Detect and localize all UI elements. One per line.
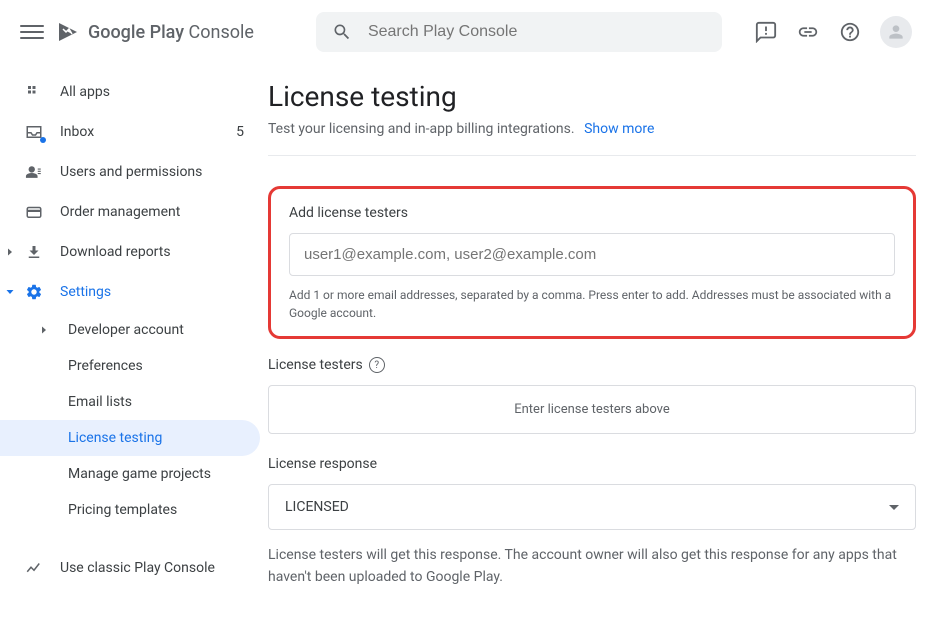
sidebar-item-download[interactable]: Download reports	[0, 232, 268, 272]
nav-label: All apps	[60, 84, 110, 100]
dropdown-arrow-icon	[889, 505, 899, 510]
search-input[interactable]	[368, 23, 706, 41]
chevron-right-icon	[4, 246, 16, 258]
sidebar-item-inbox[interactable]: Inbox 5	[0, 112, 268, 152]
grid-icon	[24, 82, 44, 102]
page-title: License testing	[268, 80, 916, 113]
menu-icon[interactable]	[20, 20, 44, 44]
link-icon[interactable]	[796, 20, 820, 44]
sidebar-item-settings[interactable]: Settings	[0, 272, 268, 312]
inbox-icon	[24, 122, 44, 142]
nav-label: Order management	[60, 204, 180, 220]
announcement-icon[interactable]	[754, 20, 778, 44]
people-icon	[24, 162, 44, 182]
sidebar-item-all-apps[interactable]: All apps	[0, 72, 268, 112]
search-bar[interactable]	[316, 12, 722, 52]
nav-label: Inbox	[60, 124, 94, 140]
sidebar-item-preferences[interactable]: Preferences	[0, 348, 268, 384]
inbox-count: 5	[236, 124, 248, 140]
response-description: License testers will get this response. …	[268, 544, 916, 589]
sidebar-item-developer[interactable]: Developer account	[0, 312, 268, 348]
sidebar-item-license-testing[interactable]: License testing	[0, 420, 260, 456]
response-label: License response	[268, 456, 916, 472]
add-testers-input[interactable]	[289, 233, 895, 276]
add-testers-helper: Add 1 or more email addresses, separated…	[289, 286, 895, 322]
help-icon[interactable]: ?	[369, 357, 385, 373]
nav-label: Users and permissions	[60, 164, 202, 180]
add-testers-highlight: Add license testers Add 1 or more email …	[268, 186, 916, 339]
sidebar-item-classic[interactable]: Use classic Play Console	[0, 548, 268, 588]
nav-label: Pricing templates	[68, 502, 177, 518]
search-icon	[332, 22, 352, 42]
page-subtitle: Test your licensing and in-app billing i…	[268, 121, 916, 156]
chart-icon	[24, 558, 44, 578]
add-testers-label: Add license testers	[289, 205, 895, 221]
nav-label: Email lists	[68, 394, 132, 410]
nav-label: Download reports	[60, 244, 171, 260]
sidebar-item-manage-game[interactable]: Manage game projects	[0, 456, 268, 492]
chevron-down-icon	[4, 286, 16, 298]
nav-label: Settings	[60, 284, 111, 300]
nav-label: Use classic Play Console	[60, 560, 215, 576]
testers-empty-state: Enter license testers above	[268, 385, 916, 434]
gear-icon	[24, 282, 44, 302]
nav-label: Manage game projects	[68, 466, 211, 482]
chevron-right-icon	[38, 324, 50, 336]
logo[interactable]: Google Play Console	[56, 20, 254, 44]
select-value: LICENSED	[285, 499, 349, 515]
response-select[interactable]: LICENSED	[268, 484, 916, 530]
show-more-link[interactable]: Show more	[584, 121, 654, 137]
sidebar-item-email-lists[interactable]: Email lists	[0, 384, 268, 420]
content: License testing Test your licensing and …	[268, 64, 932, 627]
card-icon	[24, 202, 44, 222]
nav-label: Preferences	[68, 358, 143, 374]
avatar[interactable]	[880, 16, 912, 48]
nav-label: Developer account	[68, 322, 184, 338]
download-icon	[24, 242, 44, 262]
logo-text: Google Play Console	[88, 22, 254, 43]
nav-label: License testing	[68, 430, 162, 446]
play-console-icon	[56, 20, 80, 44]
sidebar-item-order[interactable]: Order management	[0, 192, 268, 232]
testers-label: License testers ?	[268, 357, 916, 373]
sidebar-item-pricing[interactable]: Pricing templates	[0, 492, 268, 528]
sidebar: All apps Inbox 5 Users and permissions O…	[0, 64, 268, 627]
sidebar-item-users[interactable]: Users and permissions	[0, 152, 268, 192]
help-icon[interactable]	[838, 20, 862, 44]
